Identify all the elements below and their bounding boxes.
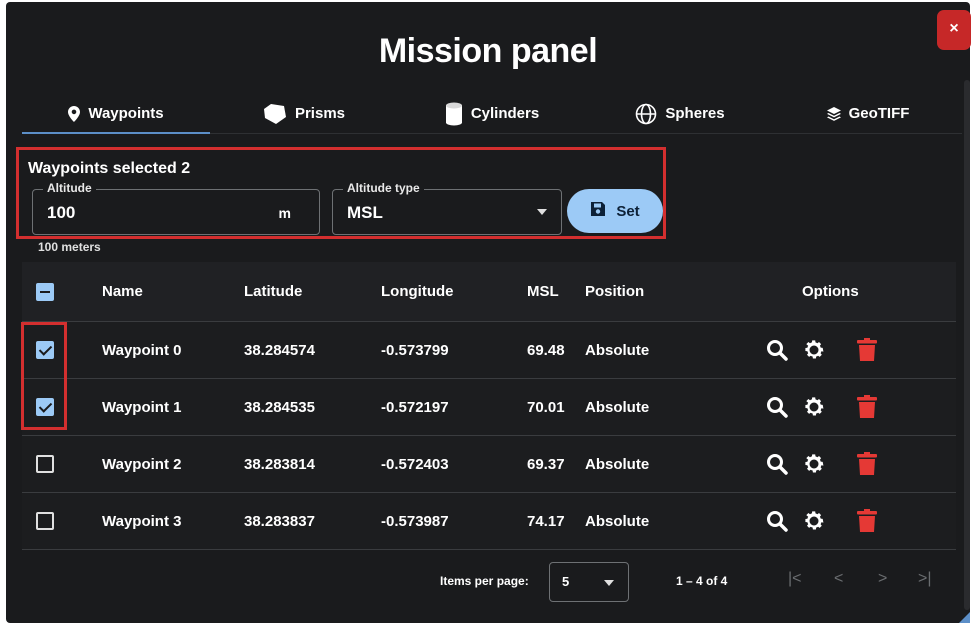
trash-icon[interactable]: [856, 338, 878, 362]
search-icon[interactable]: [766, 339, 788, 361]
select-all-checkbox[interactable]: [36, 282, 54, 301]
trash-icon[interactable]: [856, 452, 878, 476]
header-options: Options: [802, 283, 859, 300]
items-per-page-value: 5: [562, 574, 570, 589]
tab-label: GeoTIFF: [848, 105, 910, 122]
gear-icon[interactable]: [802, 395, 826, 419]
tab-label: Spheres: [665, 105, 725, 122]
table-row[interactable]: Waypoint 2 38.283814 -0.572403 69.37 Absolut…: [22, 436, 956, 493]
altitude-unit: m: [278, 205, 291, 221]
cell-longitude: -0.573799: [381, 341, 449, 359]
globe-icon: [635, 103, 657, 125]
tab-label: Prisms: [294, 105, 346, 122]
cell-position: Absolute: [585, 398, 650, 416]
header-name[interactable]: Name: [102, 262, 143, 321]
trash-icon[interactable]: [856, 509, 878, 533]
cell-latitude: 38.283814: [244, 455, 315, 473]
cell-latitude: 38.283837: [244, 512, 315, 530]
row-options: [766, 322, 878, 378]
tab-label: Cylinders: [470, 105, 540, 122]
row-checkbox[interactable]: [36, 512, 54, 530]
gear-icon[interactable]: [802, 338, 826, 362]
altitude-legend: Altitude: [43, 181, 96, 195]
trash-icon[interactable]: [856, 395, 878, 419]
close-button[interactable]: ×: [937, 10, 971, 50]
dropdown-arrow-icon: [537, 209, 547, 215]
cell-name: Waypoint 0: [102, 341, 182, 359]
cell-msl: 69.37: [527, 455, 565, 473]
row-options: [766, 379, 878, 435]
cell-latitude: 38.284535: [244, 398, 315, 416]
row-options: [766, 493, 878, 549]
search-icon[interactable]: [766, 396, 788, 418]
first-page-icon[interactable]: |<: [788, 570, 802, 588]
header-msl[interactable]: MSL: [527, 262, 559, 321]
cell-longitude: -0.572403: [381, 455, 449, 473]
cell-msl: 70.01: [527, 398, 565, 416]
altitude-field[interactable]: Altitude 100 m: [32, 181, 320, 235]
cell-name: Waypoint 3: [102, 512, 182, 530]
header-position[interactable]: Position: [585, 262, 644, 321]
checkbox-highlight-box: [21, 322, 67, 430]
gear-icon[interactable]: [802, 509, 826, 533]
waypoints-selected-label: Waypoints selected 2: [28, 160, 191, 177]
cell-position: Absolute: [585, 455, 650, 473]
cell-position: Absolute: [585, 341, 650, 359]
altitude-type-value: MSL: [347, 203, 383, 222]
tab-geotiff[interactable]: GeoTIFF: [774, 94, 962, 133]
cell-position: Absolute: [585, 512, 650, 530]
cell-name: Waypoint 2: [102, 455, 182, 473]
paginator: Items per page: 5 1 – 4 of 4 |< < > >|: [22, 552, 956, 612]
header-latitude[interactable]: Latitude: [244, 262, 302, 321]
cylinder-icon: [445, 102, 463, 126]
table-row[interactable]: Waypoint 0 38.284574 -0.573799 69.48 Absolut…: [22, 322, 956, 379]
header-longitude[interactable]: Longitude: [381, 262, 453, 321]
table-header: Name Latitude Longitude MSL Position Opt…: [22, 262, 956, 322]
cell-longitude: -0.573987: [381, 512, 449, 530]
map-pin-icon: [68, 105, 81, 122]
cell-longitude: -0.572197: [381, 398, 449, 416]
search-icon[interactable]: [766, 510, 788, 532]
tab-spheres[interactable]: Spheres: [586, 94, 774, 133]
set-label: Set: [616, 202, 640, 220]
pentagon-icon: [263, 103, 287, 125]
dropdown-arrow-icon: [604, 580, 614, 586]
items-per-page-select[interactable]: 5: [549, 562, 629, 602]
layers-icon: [826, 106, 841, 121]
cell-name: Waypoint 1: [102, 398, 182, 416]
cell-msl: 69.48: [527, 341, 565, 359]
tab-bar: Waypoints Prisms Cylinders Spheres GeoTI…: [22, 94, 962, 134]
altitude-type-legend: Altitude type: [343, 181, 424, 195]
tab-label: Waypoints: [88, 105, 164, 122]
cell-latitude: 38.284574: [244, 341, 315, 359]
table-body: Waypoint 0 38.284574 -0.573799 69.48 Absolut…: [22, 322, 956, 550]
chevron-right-icon[interactable]: >: [878, 570, 887, 588]
altitude-value: 100: [47, 203, 76, 222]
scrollbar[interactable]: [964, 80, 970, 610]
page-range-label: 1 – 4 of 4: [676, 574, 728, 588]
gear-icon[interactable]: [802, 452, 826, 476]
row-options: [766, 436, 878, 492]
panel-title: Mission panel: [378, 32, 598, 70]
save-icon: [590, 201, 606, 221]
waypoints-table: Name Latitude Longitude MSL Position Opt…: [22, 262, 956, 550]
table-row[interactable]: Waypoint 3 38.283837 -0.573987 74.17 Absolut…: [22, 493, 956, 550]
tab-prisms[interactable]: Prisms: [210, 94, 398, 133]
last-page-icon[interactable]: >|: [918, 570, 932, 588]
tab-waypoints[interactable]: Waypoints: [22, 94, 210, 134]
altitude-helper-text: 100 meters: [38, 240, 101, 254]
set-button[interactable]: Set: [567, 189, 663, 233]
table-row[interactable]: Waypoint 1 38.284535 -0.572197 70.01 Absolut…: [22, 379, 956, 436]
search-icon[interactable]: [766, 453, 788, 475]
items-per-page-label: Items per page:: [440, 574, 529, 588]
resize-handle[interactable]: [958, 612, 970, 623]
cell-msl: 74.17: [527, 512, 565, 530]
tab-cylinders[interactable]: Cylinders: [398, 94, 586, 133]
chevron-left-icon[interactable]: <: [834, 570, 843, 588]
row-checkbox[interactable]: [36, 455, 54, 473]
altitude-type-select[interactable]: Altitude type MSL: [332, 181, 562, 235]
